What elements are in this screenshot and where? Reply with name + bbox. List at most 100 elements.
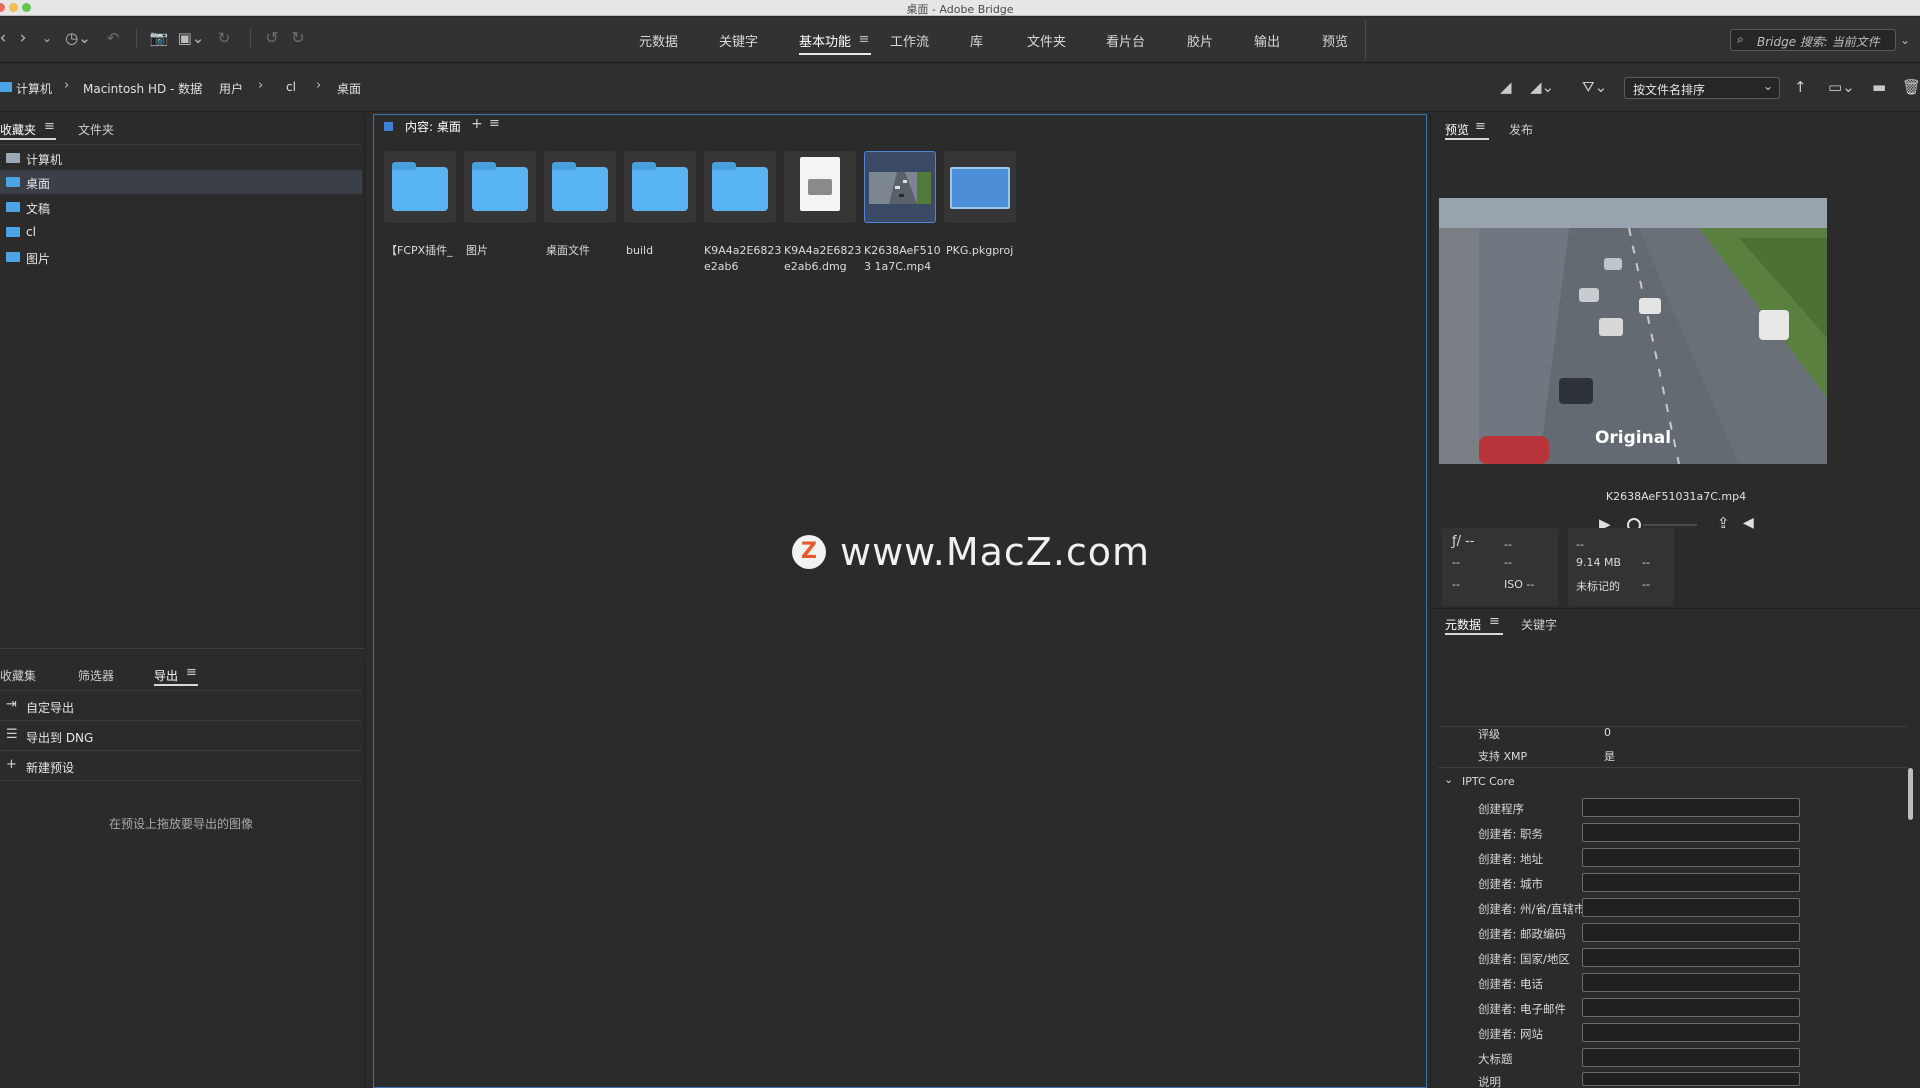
panel-menu-icon[interactable]: ≡ — [489, 116, 500, 131]
export-frame-icon[interactable]: ⇪ — [1717, 514, 1730, 532]
workspace-tab-output[interactable]: 输出 — [1254, 31, 1280, 50]
export-row-label: 新建预设 — [26, 761, 75, 775]
tab-metadata[interactable]: 元数据 — [1445, 616, 1481, 633]
tab-export[interactable]: 导出 — [154, 667, 178, 684]
breadcrumb-separator-icon[interactable]: › — [64, 78, 69, 93]
breadcrumb-users[interactable]: 用户 — [219, 80, 243, 97]
breadcrumb-separator-icon[interactable]: › — [316, 78, 321, 93]
breadcrumb-separator-icon[interactable]: › — [258, 78, 263, 93]
rotate-right-icon[interactable]: ↻ — [288, 27, 308, 49]
thumbnail-pkgproj[interactable] — [944, 151, 1016, 223]
panel-menu-icon[interactable]: ≡ — [1489, 614, 1500, 629]
favorite-item-documents[interactable]: 文稿 — [0, 195, 362, 219]
thumbnail-quality-icon[interactable]: ◢⌄ — [1530, 78, 1554, 96]
rotate-left-icon[interactable]: ↺ — [262, 27, 282, 49]
sync-icon[interactable]: ↻ — [214, 27, 234, 49]
return-icon[interactable]: ↶ — [104, 27, 122, 49]
filter-icon[interactable]: ⛛⌄ — [1582, 78, 1607, 96]
workspace-tab-libraries[interactable]: 库 — [970, 31, 983, 50]
workspace-tab-workflow[interactable]: 工作流 — [890, 31, 929, 50]
add-tab-icon[interactable]: + — [471, 116, 483, 132]
search-options-chevron-icon[interactable]: ⌄ — [1898, 29, 1912, 51]
panel-menu-icon[interactable]: ≡ — [186, 665, 197, 680]
section-header-iptc[interactable]: IPTC Core — [1462, 775, 1515, 788]
field-label: 创建者: 电子邮件 — [1478, 1002, 1567, 1016]
field-input[interactable] — [1582, 1072, 1800, 1086]
refine-icon[interactable]: ▣⌄ — [176, 27, 206, 49]
thumbnail-folder-build[interactable] — [624, 151, 696, 223]
breadcrumb-separator-icon[interactable]: › — [198, 78, 203, 93]
tab-folders[interactable]: 文件夹 — [78, 121, 114, 138]
sort-select[interactable]: 按文件名排序 ⌄ — [1624, 77, 1780, 99]
field-input[interactable] — [1582, 898, 1800, 917]
breadcrumb-cl[interactable]: cl — [286, 80, 296, 94]
thumbnail-folder-fcpx[interactable] — [384, 151, 456, 223]
workspace-tab-filmstrip[interactable]: 胶片 — [1187, 31, 1213, 50]
thumbnail-dmg[interactable] — [784, 151, 856, 223]
field-input[interactable] — [1582, 873, 1800, 892]
preview-overlay-text: Original — [1594, 428, 1672, 448]
workspace-tab-essentials[interactable]: 基本功能 — [799, 31, 851, 50]
chevron-down-icon[interactable]: ⌄ — [1444, 773, 1453, 786]
file-value: -- — [1642, 556, 1650, 569]
breadcrumb-computer[interactable]: 计算机 — [16, 80, 52, 97]
thumbnail-folder-desktop-files[interactable] — [544, 151, 616, 223]
workspace-tab-metadata[interactable]: 元数据 — [639, 31, 678, 50]
quality-icon[interactable]: ◢ — [1500, 78, 1512, 96]
search-input[interactable]: ⌕ Bridge 搜索: 当前文件 — [1730, 29, 1896, 51]
favorite-item-cl[interactable]: cl — [0, 220, 362, 244]
volume-icon[interactable]: ◀ — [1743, 515, 1754, 531]
workspace-tab-light-table[interactable]: 看片台 — [1106, 31, 1145, 50]
field-input[interactable] — [1582, 948, 1800, 967]
tab-filter[interactable]: 筛选器 — [78, 667, 114, 684]
camera-import-icon[interactable]: 📷 — [148, 27, 170, 49]
field-input[interactable] — [1582, 998, 1800, 1017]
workspace-tab-preview[interactable]: 预览 — [1322, 31, 1348, 50]
panel-menu-icon[interactable]: ≡ — [1475, 119, 1486, 134]
panel-menu-icon[interactable]: ≡ — [44, 119, 55, 134]
back-icon[interactable]: ‹ — [0, 27, 10, 49]
tab-publish[interactable]: 发布 — [1509, 121, 1533, 138]
export-row-dng[interactable]: ☰ 导出到 DNG — [0, 721, 362, 751]
tab-keywords[interactable]: 关键字 — [1521, 616, 1557, 633]
tab-favorites[interactable]: 收藏夹 — [0, 121, 36, 138]
field-input[interactable] — [1582, 848, 1800, 867]
export-row-new-preset[interactable]: + 新建预设 — [0, 751, 362, 781]
breadcrumb-macintosh-hd[interactable]: Macintosh HD - 数据 — [83, 80, 202, 97]
recent-history-icon[interactable]: ◷⌄ — [64, 27, 92, 49]
field-label: 创建者: 州/省/直辖市... — [1478, 902, 1597, 916]
sort-label: 按文件名排序 — [1633, 83, 1706, 97]
field-input[interactable] — [1582, 823, 1800, 842]
metadata-scrollbar[interactable] — [1908, 768, 1913, 820]
favorite-item-pictures[interactable]: 图片 — [0, 245, 362, 269]
thumbnail-video-selected[interactable] — [864, 151, 936, 223]
favorite-item-desktop[interactable]: 桌面 — [0, 170, 362, 194]
workspace-tab-keywords[interactable]: 关键字 — [719, 31, 758, 50]
field-input[interactable] — [1582, 923, 1800, 942]
open-recent-folder-icon[interactable]: ▭⌄ — [1828, 78, 1855, 96]
thumbnail-folder-k9a4[interactable] — [704, 151, 776, 223]
breadcrumb-desktop[interactable]: 桌面 — [337, 80, 361, 97]
thumbnail-label: 【FCPX插件_ — [386, 244, 453, 257]
tab-preview[interactable]: 预览 — [1445, 121, 1469, 138]
new-folder-icon[interactable]: ▬ — [1872, 78, 1886, 96]
favorite-item-label: 桌面 — [26, 177, 51, 191]
xmp-value: 是 — [1604, 750, 1615, 763]
trash-icon[interactable]: 🗑 — [1902, 78, 1920, 96]
export-row-custom[interactable]: ⇥ 自定导出 — [0, 691, 362, 721]
chevron-down-icon[interactable]: ⌄ — [40, 27, 54, 49]
field-input[interactable] — [1582, 973, 1800, 992]
field-input[interactable] — [1582, 798, 1800, 817]
thumbnail-folder-pictures[interactable] — [464, 151, 536, 223]
workspace-tab-folders[interactable]: 文件夹 — [1027, 31, 1066, 50]
scrubber-track[interactable] — [1643, 524, 1697, 526]
favorite-item-computer[interactable]: 计算机 — [0, 146, 362, 170]
preview-panel-tabs: 预览 ≡ 发布 — [1431, 114, 1920, 142]
field-input[interactable] — [1582, 1023, 1800, 1042]
field-input[interactable] — [1582, 1048, 1800, 1067]
sort-ascending-icon[interactable]: ↑ — [1794, 78, 1807, 96]
tab-collections[interactable]: 收藏集 — [0, 667, 36, 684]
workspace-menu-icon[interactable]: ≡ — [858, 29, 870, 51]
forward-icon[interactable]: › — [16, 27, 30, 49]
preview-image[interactable]: Original — [1439, 198, 1827, 464]
